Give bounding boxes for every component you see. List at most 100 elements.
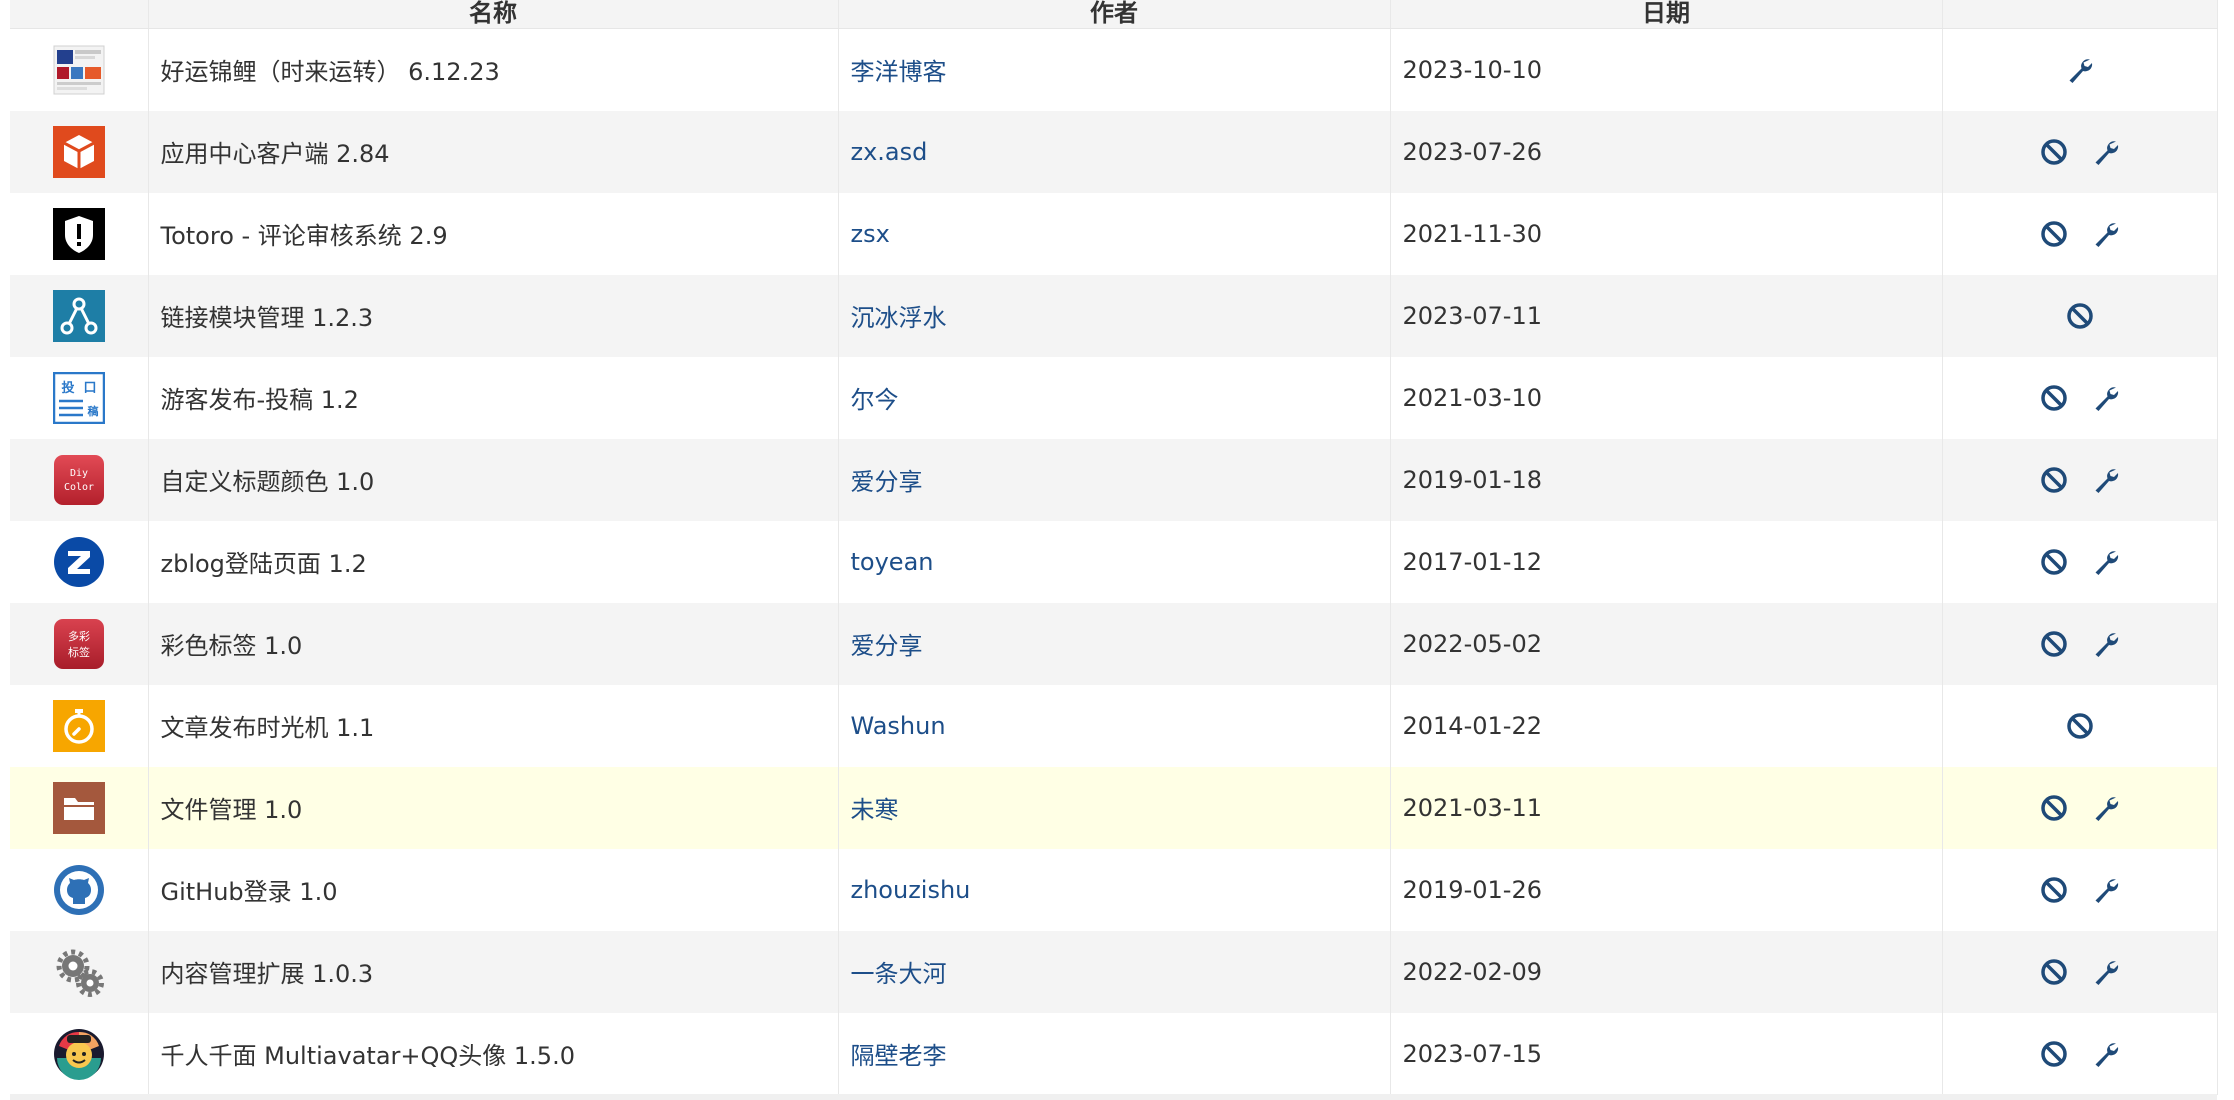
plugin-author-link[interactable]: zx.asd <box>851 138 928 166</box>
wrench-settings-icon[interactable] <box>2091 383 2121 413</box>
disable-plugin-icon[interactable] <box>2039 383 2069 413</box>
plugin-author-link[interactable]: 李洋博客 <box>851 58 947 86</box>
plugin-author-cell: 隔壁老李 <box>838 1012 1391 1095</box>
plugin-author-link[interactable]: 一条大河 <box>851 960 947 988</box>
plugin-actions <box>1942 602 2218 685</box>
table-row: 文章发布时光机 1.1 Washun 2014-01-22 <box>10 684 2218 767</box>
plugin-icon-cell <box>10 520 149 603</box>
screenshot-thumbnail-icon <box>53 44 105 96</box>
plugin-author-link[interactable]: 沉冰浮水 <box>851 304 947 332</box>
plugin-date: 2023-07-11 <box>1390 274 1943 357</box>
wrench-settings-icon[interactable] <box>2065 55 2095 85</box>
disable-plugin-icon[interactable] <box>2039 957 2069 987</box>
plugin-actions <box>1942 766 2218 849</box>
disable-plugin-icon[interactable] <box>2039 793 2069 823</box>
table-row: 千人千面 Multiavatar+QQ头像 1.5.0 隔壁老李 2023-07-1… <box>10 1012 2218 1095</box>
plugin-icon-cell <box>10 930 149 1013</box>
plugin-actions <box>1942 1012 2218 1095</box>
wrench-settings-icon[interactable] <box>2091 137 2121 167</box>
plugin-actions <box>1942 848 2218 931</box>
plugin-actions <box>1942 274 2218 357</box>
plugin-icon-cell <box>10 766 149 849</box>
disable-plugin-icon[interactable] <box>2039 219 2069 249</box>
plugin-author-cell: 一条大河 <box>838 930 1391 1013</box>
table-row: 好运锦鲤（时来运转） 6.12.23 李洋博客 2023-10-10 <box>10 28 2218 111</box>
disable-plugin-icon[interactable] <box>2039 465 2069 495</box>
disable-plugin-icon[interactable] <box>2039 1039 2069 1069</box>
wrench-settings-icon[interactable] <box>2091 1039 2121 1069</box>
wrench-settings-icon[interactable] <box>2091 957 2121 987</box>
svg-text:Color: Color <box>64 482 94 493</box>
plugin-icon-cell <box>10 110 149 193</box>
plugin-author-link[interactable]: 爱分享 <box>851 468 923 496</box>
plugin-name: 应用中心客户端 2.84 <box>148 110 839 193</box>
wrench-settings-icon[interactable] <box>2091 629 2121 659</box>
plugin-author-cell: 尔今 <box>838 356 1391 439</box>
plugin-date: 2022-02-09 <box>1390 930 1943 1013</box>
plugin-management-page: 名称 作者 日期 好运锦鲤（时来运转） 6.12.23 李洋博客 2023-10-1… <box>0 0 2234 1100</box>
zblog-z-icon <box>53 536 105 588</box>
disable-plugin-icon[interactable] <box>2039 137 2069 167</box>
plugin-author-cell: toyean <box>838 520 1391 603</box>
gears-icon <box>53 946 105 998</box>
svg-text:稿: 稿 <box>87 404 98 418</box>
disable-plugin-icon[interactable] <box>2065 711 2095 741</box>
plugin-icon-cell: Diy Color <box>10 438 149 521</box>
disable-plugin-icon[interactable] <box>2039 875 2069 905</box>
plugin-author-link[interactable]: 未寒 <box>851 796 899 824</box>
plugin-author-link[interactable]: 爱分享 <box>851 632 923 660</box>
plugin-icon-cell <box>10 28 149 111</box>
plugin-name: 内容管理扩展 1.0.3 <box>148 930 839 1013</box>
plugin-name: 自定义标题颜色 1.0 <box>148 438 839 521</box>
plugin-author-cell: Washun <box>838 684 1391 767</box>
plugin-name: 彩色标签 1.0 <box>148 602 839 685</box>
plugin-author-link[interactable]: 隔壁老李 <box>851 1042 947 1070</box>
svg-text:口: 口 <box>83 381 96 396</box>
plugin-author-link[interactable]: Washun <box>851 712 946 740</box>
plugin-actions <box>1942 28 2218 111</box>
plugin-author-cell: zsx <box>838 192 1391 275</box>
plugin-name: 好运锦鲤（时来运转） 6.12.23 <box>148 28 839 111</box>
plugin-actions <box>1942 192 2218 275</box>
wrench-settings-icon[interactable] <box>2091 219 2121 249</box>
folder-icon <box>52 781 105 834</box>
plugin-name: 游客发布-投稿 1.2 <box>148 356 839 439</box>
disable-plugin-icon[interactable] <box>2065 301 2095 331</box>
wrench-settings-icon[interactable] <box>2091 875 2121 905</box>
plugin-author-link[interactable]: 尔今 <box>851 386 899 414</box>
plugin-date: 2017-01-12 <box>1390 520 1943 603</box>
wrench-settings-icon[interactable] <box>2091 547 2121 577</box>
table-row: 应用中心客户端 2.84 zx.asd 2023-07-26 <box>10 110 2218 193</box>
plugin-name: GitHub登录 1.0 <box>148 848 839 931</box>
plugin-author-link[interactable]: zsx <box>851 220 890 248</box>
disable-plugin-icon[interactable] <box>2039 629 2069 659</box>
plugin-icon-cell <box>10 1012 149 1095</box>
plugin-icon-cell <box>10 848 149 931</box>
plugin-date: 2021-03-11 <box>1390 766 1943 849</box>
app-center-box-icon <box>52 125 105 178</box>
table-body: 好运锦鲤（时来运转） 6.12.23 李洋博客 2023-10-10 应用中心客户端 … <box>10 28 2218 1095</box>
plugin-author-link[interactable]: toyean <box>851 548 934 576</box>
svg-text:投: 投 <box>61 380 74 396</box>
svg-text:多彩: 多彩 <box>68 629 90 643</box>
disable-plugin-icon[interactable] <box>2039 547 2069 577</box>
table-row: 内容管理扩展 1.0.3 一条大河 2022-02-09 <box>10 930 2218 1013</box>
plugin-date: 2019-01-26 <box>1390 848 1943 931</box>
plugin-icon-cell <box>10 684 149 767</box>
svg-text:标签: 标签 <box>68 645 90 659</box>
header-icon <box>10 0 149 29</box>
table-row: zblog登陆页面 1.2 toyean 2017-01-12 <box>10 520 2218 603</box>
plugin-author-cell: zx.asd <box>838 110 1391 193</box>
wrench-settings-icon[interactable] <box>2091 793 2121 823</box>
plugin-author-cell: 未寒 <box>838 766 1391 849</box>
wrench-settings-icon[interactable] <box>2091 465 2121 495</box>
plugin-author-cell: 爱分享 <box>838 602 1391 685</box>
plugin-name: zblog登陆页面 1.2 <box>148 520 839 603</box>
plugin-actions <box>1942 110 2218 193</box>
plugin-date: 2021-11-30 <box>1390 192 1943 275</box>
plugin-name: 千人千面 Multiavatar+QQ头像 1.5.0 <box>148 1012 839 1095</box>
plugin-author-link[interactable]: zhouzishu <box>851 876 971 904</box>
link-nodes-icon <box>52 289 105 342</box>
table-row: Diy Color 自定义标题颜色 1.0 爱分享 2019-01-18 <box>10 438 2218 521</box>
plugin-name: 文章发布时光机 1.1 <box>148 684 839 767</box>
